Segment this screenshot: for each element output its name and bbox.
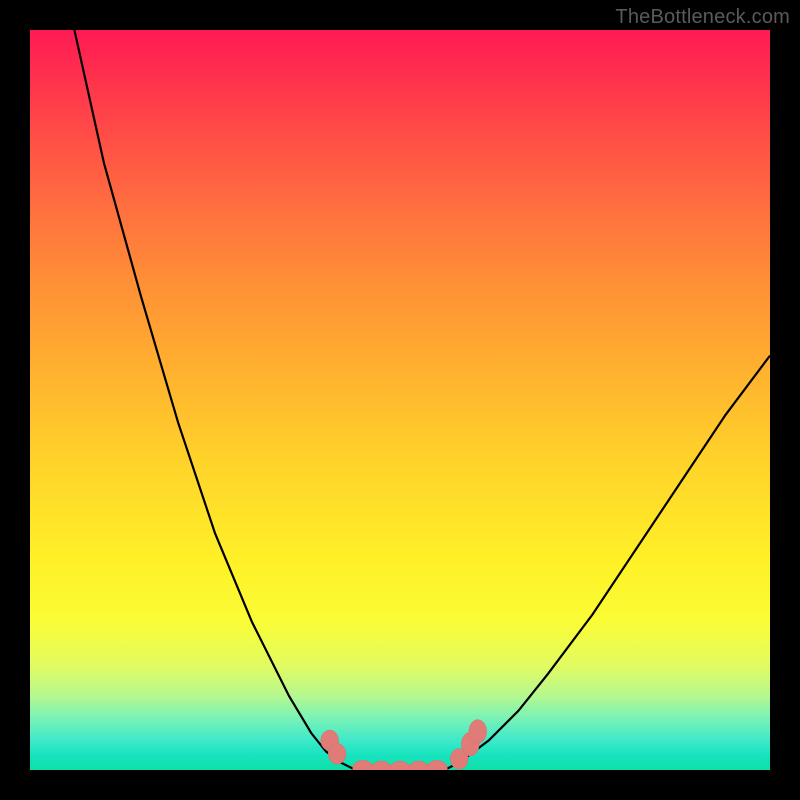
data-marker (328, 743, 346, 764)
data-marker (390, 761, 411, 770)
data-marker (469, 720, 487, 744)
data-marker (427, 760, 448, 770)
data-marker (408, 761, 429, 770)
plot-area (30, 30, 770, 770)
markers-group (321, 720, 487, 770)
chart-frame: TheBottleneck.com (0, 0, 800, 800)
data-marker (371, 761, 392, 770)
curve-path (74, 30, 770, 770)
attribution-text: TheBottleneck.com (615, 6, 790, 29)
bottleneck-curve (30, 30, 770, 770)
data-marker (353, 760, 374, 770)
